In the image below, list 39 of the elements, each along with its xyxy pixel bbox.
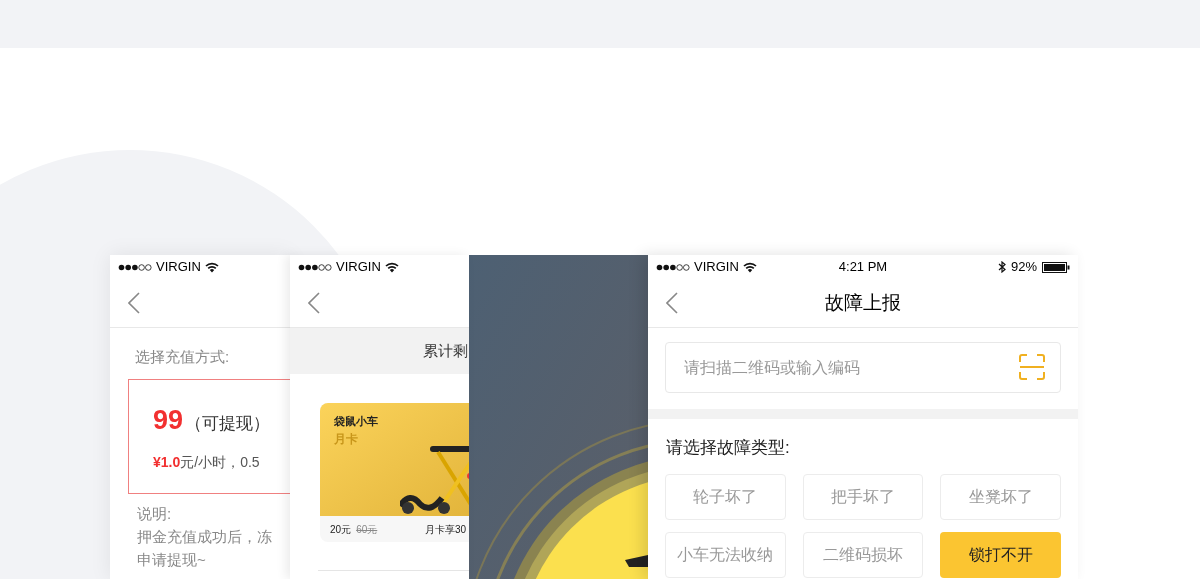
card-name: 月卡 <box>334 430 359 448</box>
carrier-name: VIRGIN <box>156 258 201 277</box>
fault-type-button[interactable]: 坐凳坏了 <box>940 473 1061 520</box>
signal-icon <box>656 263 690 271</box>
screen-title: 故障上报 <box>825 290 901 315</box>
carrier-name: VIRGIN <box>694 258 739 277</box>
wifi-icon <box>204 261 219 273</box>
battery-percent: 92% <box>1010 258 1037 277</box>
fault-type-button[interactable]: 轮子坏了 <box>665 473 786 520</box>
wifi-icon <box>742 261 757 273</box>
scan-icon[interactable] <box>1019 354 1045 380</box>
signal-icon <box>298 263 332 271</box>
explain-text: 押金充值成功后，冻 <box>136 526 273 547</box>
back-icon[interactable] <box>308 292 320 314</box>
fault-type-button[interactable]: 小车无法收纳 <box>665 531 786 578</box>
explain-text: 申请提现~ <box>136 549 207 570</box>
section-label: 选择充值方式: <box>134 347 231 367</box>
fault-type-button[interactable]: 把手坏了 <box>802 473 924 520</box>
fault-type-button[interactable]: 锁打不开 <box>940 531 1061 578</box>
price-text: 20元 <box>330 522 352 537</box>
status-time: 4:21 PM <box>838 258 888 277</box>
original-price: 60元 <box>356 522 378 537</box>
section-label: 请选择故障类型: <box>665 437 791 459</box>
bluetooth-icon <box>997 261 1006 273</box>
code-input-field[interactable]: 请扫描二维码或输入编码 <box>665 342 1061 393</box>
amount-text: 99 <box>153 403 184 437</box>
benefit-text: 月卡享30 <box>424 522 466 537</box>
explain-title: 说明: <box>136 503 173 524</box>
summary-text: 累计剩 <box>423 340 468 361</box>
brand-name: 袋鼠小车 <box>334 414 378 429</box>
price-text: ¥1.0元/小时，0.5 <box>153 453 261 472</box>
fault-type-button[interactable]: 二维码损坏 <box>802 531 924 578</box>
back-icon[interactable] <box>666 292 678 314</box>
battery-icon <box>1042 261 1070 273</box>
back-icon[interactable] <box>128 292 140 314</box>
wifi-icon <box>384 261 399 273</box>
withdraw-note: （可提现） <box>185 412 271 435</box>
carrier-name: VIRGIN <box>336 258 381 277</box>
signal-icon <box>118 263 152 271</box>
